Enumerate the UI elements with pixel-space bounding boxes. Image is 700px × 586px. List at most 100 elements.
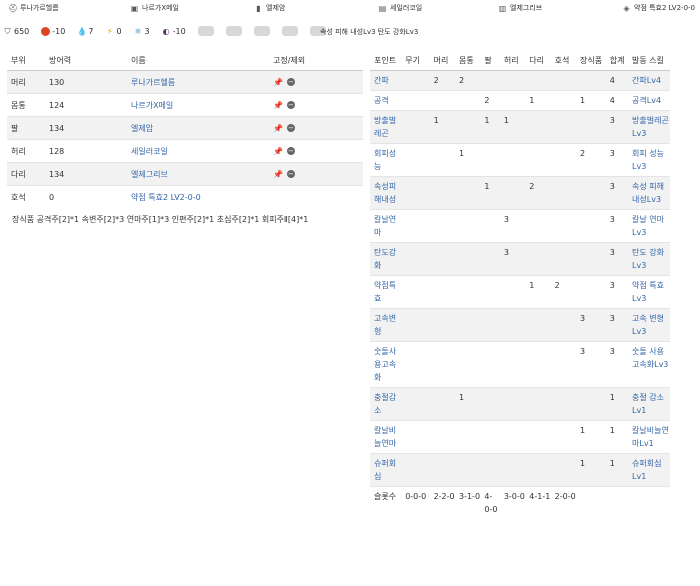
total-cell: 3 [605, 341, 629, 388]
equipment-row: 몸통 124 나르가X메일 📌 − [7, 93, 363, 117]
empty-decoration-slot-icon [225, 26, 242, 36]
top-equip-waist: ▤ 세일러코일 [378, 3, 422, 13]
equipment-link[interactable]: 세일러코일 [131, 147, 168, 156]
waist-cell: 1 [499, 110, 526, 144]
fix-exclude-cell [269, 185, 363, 208]
weapon-cell [401, 341, 430, 388]
arm-cell: 4-0-0 [480, 486, 500, 519]
skill-link[interactable]: 충절 감소Lv1 [632, 393, 664, 415]
skill-link[interactable]: 회피 성능Lv3 [632, 149, 664, 171]
point-link[interactable]: 약점특효 [374, 281, 396, 303]
equipment-row: 팔 134 엘제암 📌 − [7, 116, 363, 140]
skill-table-header: 호석 [550, 50, 577, 71]
point-link[interactable]: 방출벌레곤 [374, 116, 396, 138]
equipment-link[interactable]: 루나가르헬름 [131, 78, 175, 87]
point-link[interactable]: 충절감소 [374, 393, 396, 415]
equipment-table: 부위 방어력 이름 고정/제외 머리 130 루나가르헬름 📌 − 몸통 124 나르가X메일… [7, 50, 363, 208]
arm-cell: 1 [480, 110, 500, 144]
point-link[interactable]: 속성피해내성 [374, 182, 396, 204]
top-equip-name: 루나가르헬름 [20, 4, 59, 12]
equipment-link[interactable]: 약점 특효2 LV2-0-0 [131, 193, 201, 202]
fix-exclude-cell: 📌 − [269, 139, 363, 163]
skill-link[interactable]: 숫돌 사용 고속화Lv3 [632, 347, 668, 369]
waist-cell [499, 275, 526, 309]
name-cell: 나르가X메일 [127, 93, 269, 117]
point-link[interactable]: 간파 [374, 76, 389, 85]
skill-link[interactable]: 속성 피해 내성Lv3 [632, 182, 664, 204]
defense-stat: ⛉ 650 [4, 26, 30, 36]
fire-resistance: -10 [41, 26, 65, 36]
point-link[interactable]: 칼날비늘연마 [374, 426, 396, 448]
skill-table-header: 장식품 [576, 50, 606, 71]
body-cell [454, 453, 481, 487]
skill-cell: 탄도 강화Lv3 [628, 242, 670, 276]
head-cell [429, 90, 455, 111]
shield-icon: ⛉ [4, 26, 11, 36]
exclude-icon[interactable]: − [286, 78, 295, 86]
name-cell: 엘제그리브 [127, 162, 269, 186]
charm-cell [550, 420, 577, 454]
equipment-link[interactable]: 엘제암 [131, 124, 153, 133]
body-cell [454, 90, 481, 111]
deco-cell [576, 275, 606, 309]
pin-icon[interactable]: 📌 [273, 101, 283, 110]
skill-row: 고속변형 3 3 고속 변형Lv3 [370, 308, 670, 342]
exclude-icon[interactable]: − [286, 124, 295, 132]
leg-cell [525, 209, 551, 243]
point-link[interactable]: 탄도강화 [374, 248, 396, 270]
leg-cell: 2 [525, 176, 551, 210]
skill-link[interactable]: 간파Lv4 [632, 76, 661, 85]
point-link[interactable]: 회피성능 [374, 149, 396, 171]
pin-icon[interactable]: 📌 [273, 124, 283, 133]
skill-link[interactable]: 공격Lv4 [632, 96, 661, 105]
skill-link[interactable]: 칼날비늘연마Lv1 [632, 426, 669, 448]
waist-cell [499, 143, 526, 177]
point-link[interactable]: 슈퍼회심 [374, 459, 396, 481]
skill-link[interactable]: 탄도 강화Lv3 [632, 248, 664, 270]
point-link[interactable]: 칼날연마 [374, 215, 396, 237]
pin-icon[interactable]: 📌 [273, 147, 283, 156]
pin-icon[interactable]: 📌 [273, 78, 283, 87]
arm-armor-icon: ▮ [256, 3, 261, 13]
equipment-link[interactable]: 엘제그리브 [131, 170, 168, 179]
skill-row: 충절감소 1 1 충절 감소Lv1 [370, 387, 670, 421]
col-defense: 방어력 [45, 50, 127, 71]
water-icon: 💧 [77, 26, 88, 36]
fix-exclude-cell: 📌 − [269, 162, 363, 186]
head-cell: 1 [429, 110, 455, 144]
skill-link[interactable]: 방출벌레곤Lv3 [632, 116, 669, 138]
head-cell [429, 242, 455, 276]
charm-icon: ◈ [623, 3, 630, 13]
arm-cell [480, 242, 500, 276]
part-cell: 머리 [7, 70, 45, 94]
skill-link[interactable]: 칼날 연마Lv3 [632, 215, 664, 237]
equipment-link[interactable]: 나르가X메일 [131, 101, 173, 110]
total-cell: 1 [605, 420, 629, 454]
skill-row: 속성피해내성 1 2 3 속성 피해 내성Lv3 [370, 176, 670, 210]
exclude-icon[interactable]: − [286, 101, 295, 109]
leg-cell [525, 308, 551, 342]
exclude-icon[interactable]: − [286, 170, 295, 178]
skill-link[interactable]: 약점 특효Lv3 [632, 281, 664, 303]
weapon-cell [401, 275, 430, 309]
skill-link[interactable]: 슈퍼회심Lv1 [632, 459, 661, 481]
point-link[interactable]: 고속변형 [374, 314, 396, 336]
pin-icon[interactable]: 📌 [273, 170, 283, 179]
skill-cell: 칼날 연마Lv3 [628, 209, 670, 243]
top-equip-name: 엘제그리브 [510, 4, 543, 12]
leg-cell: 1 [525, 275, 551, 309]
deco-cell [576, 110, 606, 144]
weapon-cell [401, 90, 430, 111]
part-cell: 다리 [7, 162, 45, 186]
skill-table-header: 허리 [499, 50, 526, 71]
name-cell: 엘제암 [127, 116, 269, 140]
head-cell [429, 275, 455, 309]
total-cell: 3 [605, 308, 629, 342]
weapon-cell [401, 308, 430, 342]
waist-cell [499, 308, 526, 342]
point-link[interactable]: 공격 [374, 96, 389, 105]
exclude-icon[interactable]: − [286, 147, 295, 155]
skill-link[interactable]: 고속 변형Lv3 [632, 314, 664, 336]
body-cell: 1 [454, 143, 481, 177]
point-link[interactable]: 숫돌사용고속화 [374, 347, 396, 382]
